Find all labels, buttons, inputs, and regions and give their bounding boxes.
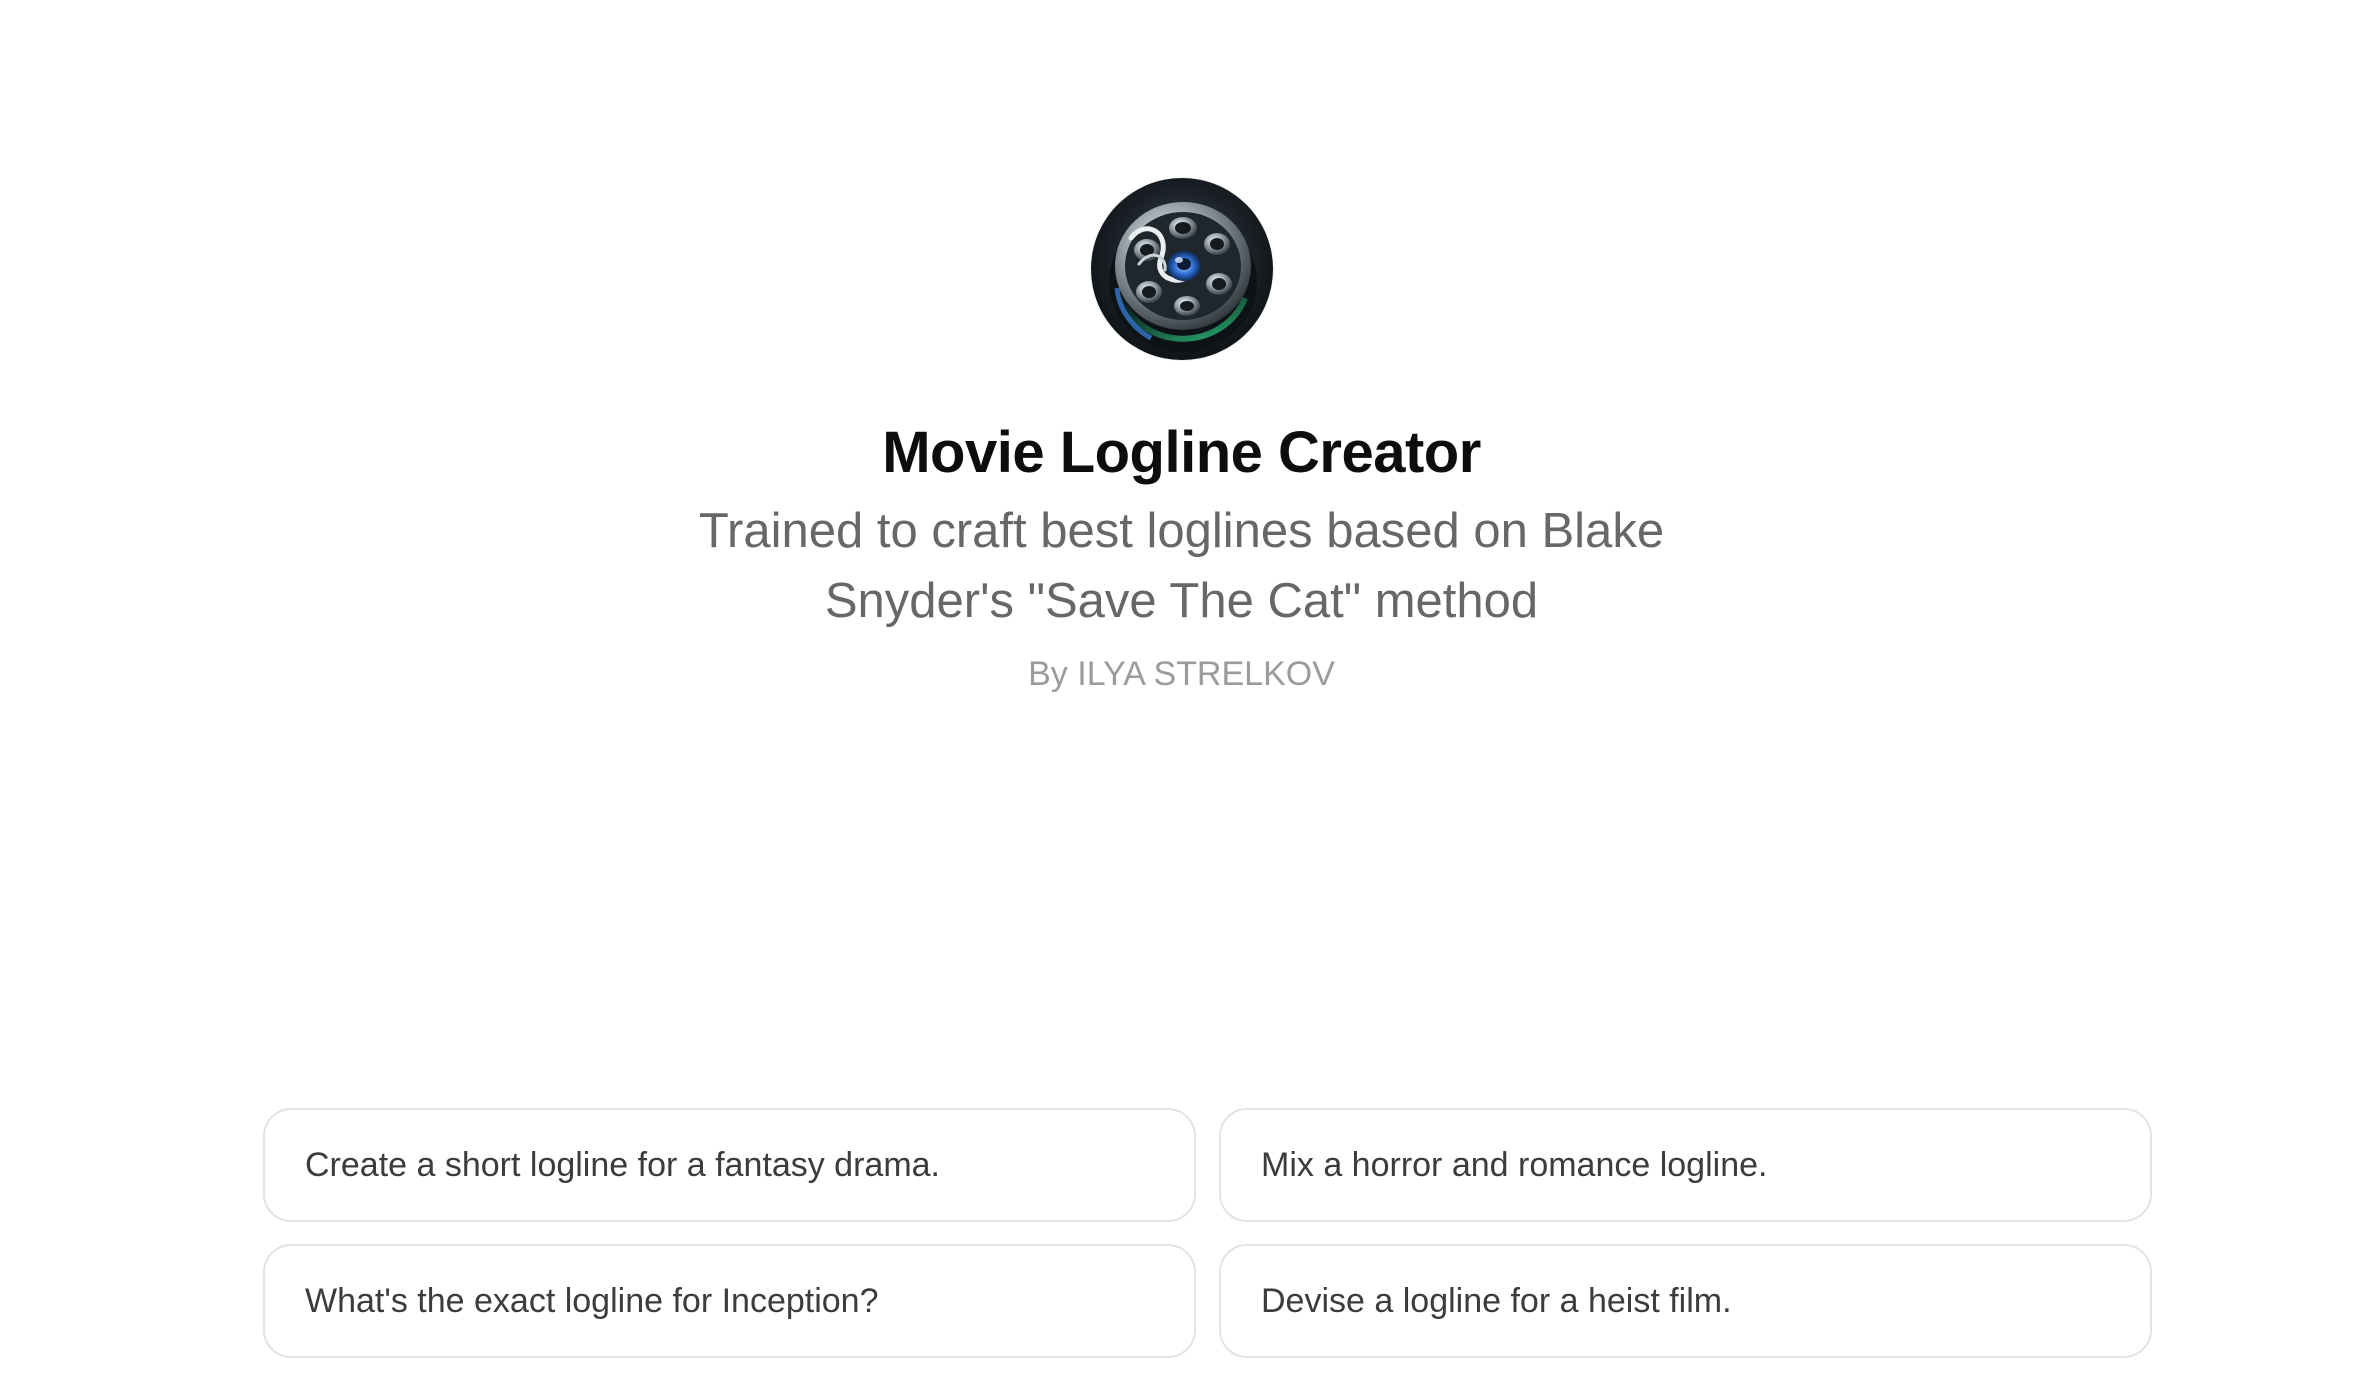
conversation-starters: Create a short logline for a fantasy dra… bbox=[263, 1108, 2152, 1358]
starter-button[interactable]: Devise a logline for a heist film. bbox=[1219, 1244, 2152, 1358]
gpt-landing-page: Movie Logline Creator Trained to craft b… bbox=[0, 0, 2363, 1376]
gpt-author: By ILYA STRELKOV bbox=[1028, 655, 1335, 693]
gpt-hero: Movie Logline Creator Trained to craft b… bbox=[0, 178, 2363, 696]
film-reel-icon bbox=[1090, 178, 1273, 360]
starter-button[interactable]: Create a short logline for a fantasy dra… bbox=[263, 1108, 1196, 1222]
gpt-description: Trained to craft best loglines based on … bbox=[698, 504, 1665, 628]
gpt-avatar bbox=[1090, 178, 1273, 360]
starter-button[interactable]: Mix a horror and romance logline. bbox=[1219, 1108, 2152, 1222]
gpt-title: Movie Logline Creator bbox=[882, 420, 1481, 485]
starter-button[interactable]: What's the exact logline for Inception? bbox=[263, 1244, 1196, 1358]
